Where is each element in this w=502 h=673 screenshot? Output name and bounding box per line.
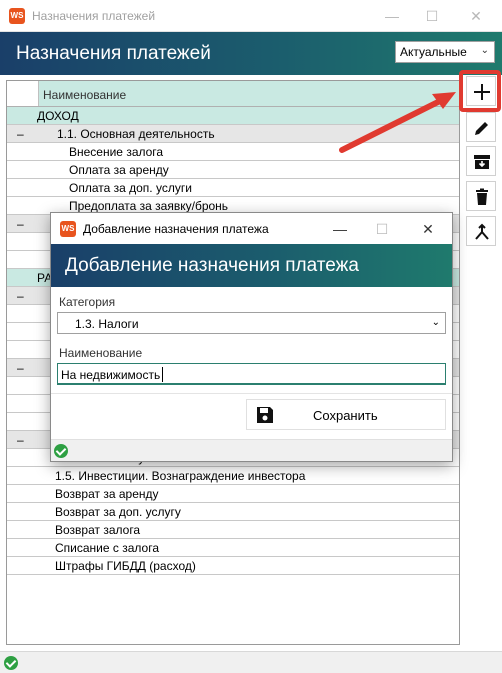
chevron-down-icon: ⌄ — [431, 317, 440, 328]
name-label: Наименование — [59, 346, 143, 360]
row-collapse-toggle[interactable]: – — [17, 127, 27, 141]
row-label: Возврат за доп. услугу — [55, 505, 181, 519]
column-header-name[interactable]: Наименование — [43, 88, 126, 102]
status-ok-icon — [4, 656, 18, 670]
dialog-maximize-button[interactable]: ☐ — [371, 219, 393, 239]
table-row[interactable]: – 1.1. Основная деятельность — [7, 125, 459, 143]
window-title: Назначения платежей — [32, 9, 156, 23]
table-row[interactable]: Оплата за аренду — [7, 161, 459, 179]
status-bar — [0, 651, 502, 673]
dialog-header-title: Добавление назначения платежа — [65, 255, 359, 276]
save-button-label: Сохранить — [313, 408, 378, 423]
merge-icon — [475, 223, 489, 240]
name-input-value: На недвижимость — [61, 368, 161, 382]
archive-icon — [474, 155, 490, 169]
app-logo: WS — [9, 8, 25, 24]
row-collapse-toggle[interactable]: – — [17, 433, 27, 447]
maximize-button[interactable]: ☐ — [422, 6, 442, 26]
grid-corner[interactable] — [7, 81, 39, 106]
table-row[interactable]: Возврат залога — [7, 521, 459, 539]
grid-header: Наименование — [7, 81, 459, 107]
dialog-title: Добавление назначения платежа — [83, 222, 269, 236]
table-row[interactable]: Оплата за доп. услуги — [7, 179, 459, 197]
text-caret — [162, 367, 163, 382]
row-collapse-toggle[interactable]: – — [17, 361, 27, 375]
floppy-disk-icon — [257, 407, 273, 423]
row-label: Оплата за доп. услуги — [69, 181, 192, 195]
row-label: ДОХОД — [37, 109, 79, 123]
name-input[interactable]: На недвижимость — [57, 363, 446, 385]
category-label: Категория — [59, 295, 116, 309]
row-label: Возврат за аренду — [55, 487, 159, 501]
add-payment-purpose-dialog: WS Добавление назначения платежа — ☐ ✕ Д… — [50, 212, 453, 462]
filter-select[interactable]: Актуальные ⌄ — [395, 41, 495, 63]
pencil-icon — [475, 122, 488, 135]
row-label: Предоплата за заявку/бронь — [69, 199, 229, 213]
row-label: 1.1. Основная деятельность — [57, 127, 215, 141]
row-collapse-toggle[interactable]: – — [17, 217, 27, 231]
row-collapse-toggle[interactable]: – — [17, 289, 27, 303]
save-button[interactable]: Сохранить — [246, 399, 446, 430]
row-label: Внесение залога — [69, 145, 164, 159]
table-row[interactable]: Списание с залога — [7, 539, 459, 557]
dialog-close-button[interactable]: ✕ — [417, 219, 439, 239]
chevron-down-icon: ⌄ — [480, 45, 489, 56]
table-row[interactable]: Штрафы ГИБДД (расход) — [7, 557, 459, 575]
filter-select-value: Актуальные — [400, 45, 467, 59]
dialog-logo: WS — [60, 221, 76, 237]
table-row[interactable]: Возврат за аренду — [7, 485, 459, 503]
row-label: 1.5. Инвестиции. Вознаграждение инвестор… — [55, 469, 306, 483]
dialog-titlebar: WS Добавление назначения платежа — ☐ ✕ — [51, 213, 452, 244]
close-button[interactable]: ✕ — [466, 6, 486, 26]
dialog-header: Добавление назначения платежа — [51, 244, 452, 287]
edit-button[interactable] — [466, 112, 496, 142]
category-select[interactable]: 1.3. Налоги ⌄ — [57, 312, 446, 334]
table-row[interactable]: 1.5. Инвестиции. Вознаграждение инвестор… — [7, 467, 459, 485]
archive-button[interactable] — [466, 146, 496, 176]
minimize-button[interactable]: — — [382, 6, 402, 26]
delete-button[interactable] — [466, 181, 496, 211]
dialog-divider — [51, 393, 452, 394]
row-label: Оплата за аренду — [69, 163, 169, 177]
row-label: Штрафы ГИБДД (расход) — [55, 559, 196, 573]
merge-button[interactable] — [466, 216, 496, 246]
row-label: Списание с залога — [55, 541, 159, 555]
page-header: Назначения платежей Актуальные ⌄ — [0, 32, 502, 75]
window-titlebar: WS Назначения платежей — ☐ ✕ — [0, 0, 502, 32]
trash-icon — [476, 188, 488, 205]
add-button-highlight — [459, 70, 501, 112]
dialog-minimize-button[interactable]: — — [329, 219, 351, 239]
category-select-value: 1.3. Налоги — [75, 317, 139, 331]
row-label: Возврат залога — [55, 523, 141, 537]
table-row[interactable]: Внесение залога — [7, 143, 459, 161]
dialog-status-ok-icon — [54, 444, 68, 458]
table-row[interactable]: ДОХОД — [7, 107, 459, 125]
table-row[interactable]: Возврат за доп. услугу — [7, 503, 459, 521]
page-title: Назначения платежей — [16, 43, 211, 64]
dialog-status-bar — [51, 439, 452, 461]
